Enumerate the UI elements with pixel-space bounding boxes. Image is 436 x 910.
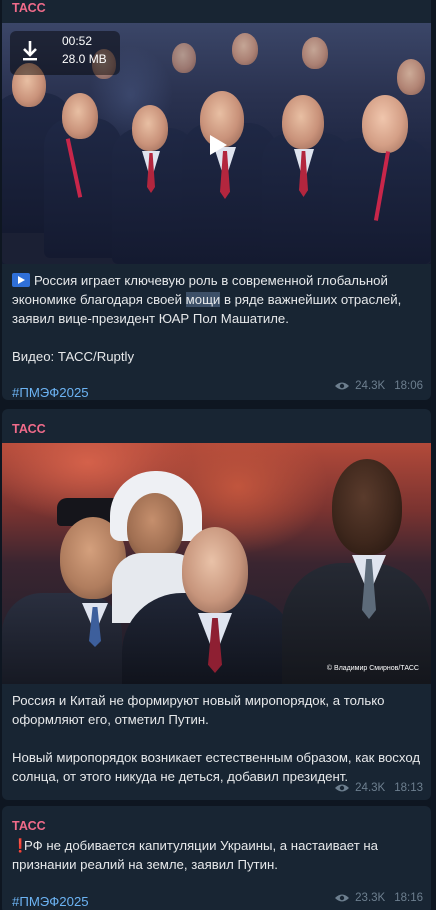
message-time: 18:16 (394, 892, 423, 904)
channel-name[interactable]: ТАСС (2, 816, 431, 836)
play-icon[interactable] (208, 134, 228, 156)
exclamation-icon: ❗ (12, 838, 29, 853)
view-count: 24.3K (355, 782, 386, 794)
highlighted-word: мощи (185, 292, 221, 307)
video-source: Видео: ТАСС/Ruptly (12, 349, 135, 364)
message-text: Россия играет ключевую роль в современно… (2, 271, 431, 366)
video-badge-icon (12, 273, 30, 287)
video-duration: 00:52 (62, 34, 93, 48)
photo[interactable]: © Владимир Смирнов/ТАСС (2, 443, 431, 684)
video-player[interactable]: 00:52 28.0 MB (2, 23, 431, 264)
video-file-size: 28.0 MB (62, 52, 107, 66)
photo-image (2, 443, 431, 684)
photo-credit: © Владимир Смирнов/ТАСС (326, 665, 419, 672)
message-meta: 23.3K 18:16 (334, 892, 423, 904)
message-text: ❗РФ не добивается капитуляции Украины, а… (12, 838, 379, 872)
message-photo-post: ТАСС © Владимир Смирнов/ТАСС Россия и Ки… (2, 409, 431, 800)
channel-name[interactable]: ТАСС (2, 0, 431, 18)
message-text: Россия и Китай не формируют новый миропо… (12, 693, 421, 784)
message-meta: 24.3K 18:13 (334, 782, 423, 794)
view-count: 24.3K (355, 380, 386, 392)
channel-name[interactable]: ТАСС (2, 419, 431, 439)
eye-icon (335, 784, 350, 792)
message-time: 18:13 (394, 782, 423, 794)
message-text-post: ТАСС ❗РФ не добивается капитуляции Украи… (2, 806, 431, 910)
message-time: 18:06 (394, 380, 423, 392)
view-count: 23.3K (355, 892, 386, 904)
eye-icon (335, 894, 350, 902)
download-icon[interactable] (16, 37, 44, 65)
message-video-post: ТАСС 00:52 28.0 MB Россия играет ключеву… (2, 0, 431, 400)
eye-icon (335, 382, 350, 390)
message-meta: 24.3K 18:06 (334, 380, 423, 392)
